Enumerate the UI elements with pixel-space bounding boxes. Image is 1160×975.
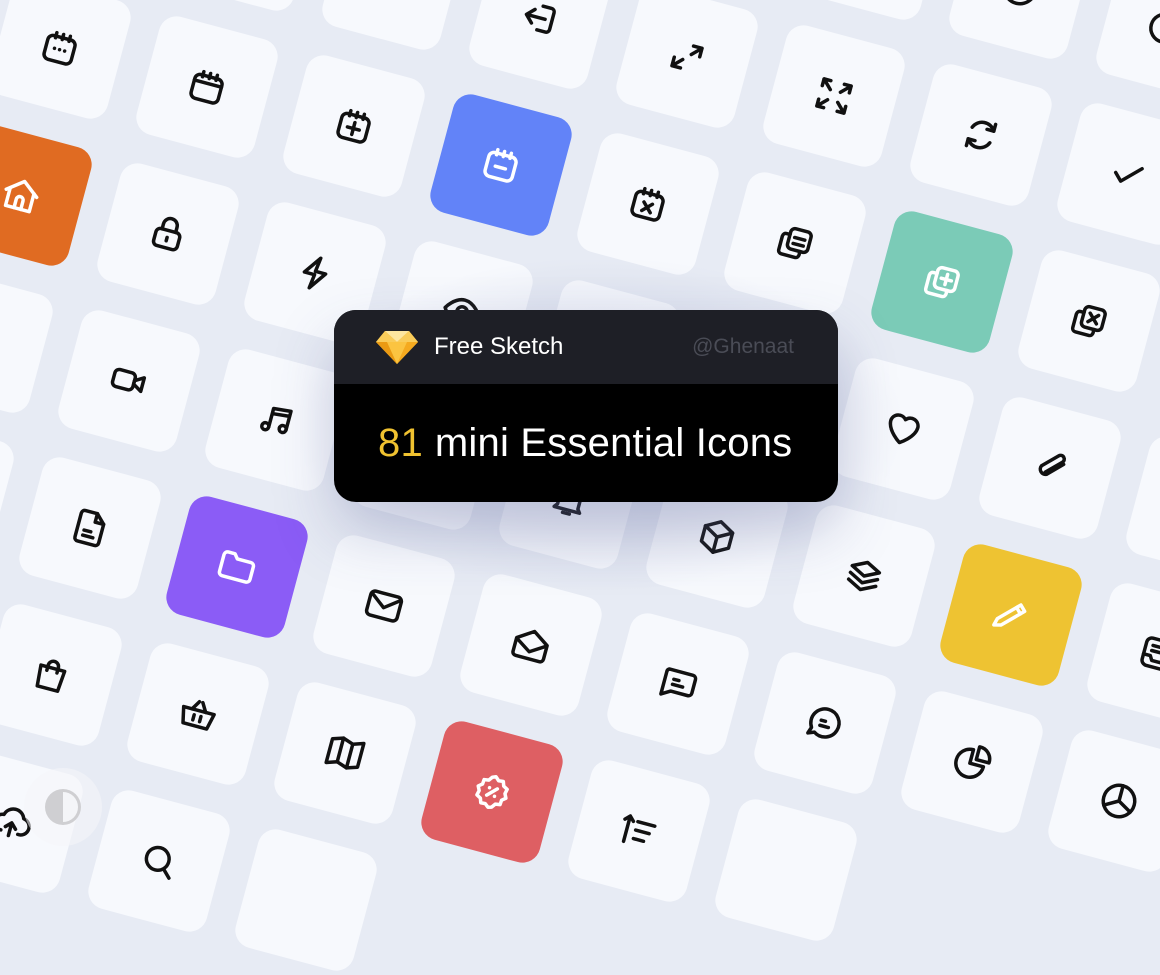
icon-tile-calendar-plus[interactable]	[279, 51, 429, 201]
basket-icon	[181, 699, 216, 731]
icon-tile-calendar-dots[interactable]	[0, 0, 135, 123]
lock-icon	[151, 216, 182, 252]
icon-tile-copy-plus[interactable]	[867, 207, 1017, 357]
icon-tile-pie[interactable]	[897, 687, 1047, 837]
icon-tile-bag[interactable]	[0, 600, 126, 750]
icon-tile-document[interactable]	[15, 453, 165, 603]
icon-tile-map[interactable]	[270, 678, 420, 828]
icon-tile-basket[interactable]	[123, 639, 273, 789]
calendar-x-icon	[630, 186, 665, 222]
icon-count: 81	[378, 420, 423, 465]
copy-lines-icon	[776, 226, 813, 260]
copy-plus-icon	[923, 265, 960, 299]
card-title: Free Sketch	[434, 333, 564, 360]
card-body: 81 mini Essential Icons	[334, 384, 838, 502]
card-headline: mini Essential Icons	[434, 420, 793, 465]
home-icon	[3, 179, 39, 214]
discount-icon	[475, 775, 509, 809]
icon-tile[interactable]	[171, 0, 321, 15]
icon-tile-folder[interactable]	[162, 492, 312, 642]
chat-rect-icon	[659, 667, 698, 698]
icon-tile-chart-wheel[interactable]	[1044, 726, 1160, 876]
circle-icon	[1002, 0, 1038, 6]
promo-card: Free Sketch @Ghenaat 81 mini Essential I…	[334, 310, 838, 502]
icon-tile-sort-list[interactable]	[564, 756, 714, 906]
icon-tile-search[interactable]	[84, 786, 234, 936]
icon-tile-pencil[interactable]	[936, 540, 1086, 690]
icon-tile-heart[interactable]	[828, 354, 978, 504]
icon-tile-copy-lines[interactable]	[720, 168, 870, 318]
document-icon	[73, 508, 106, 548]
music-icon	[260, 406, 293, 435]
icon-tile-video[interactable]	[54, 306, 204, 456]
layers-icon	[846, 560, 882, 592]
search-icon	[144, 845, 171, 880]
map-icon	[324, 736, 366, 770]
icon-tile-music[interactable]	[201, 345, 351, 495]
pencil-icon	[992, 603, 1027, 627]
icon-tile-calendar-minus[interactable]	[426, 90, 576, 240]
author-handle: @Ghenaat	[692, 335, 794, 358]
icon-tile-discount[interactable]	[417, 717, 567, 867]
icon-tile-fullscreen[interactable]	[759, 21, 909, 171]
card-header: Free Sketch @Ghenaat	[334, 310, 838, 384]
sort-list-icon	[621, 814, 657, 844]
sketch-diamond-icon	[376, 331, 418, 364]
logout-icon	[524, 4, 556, 34]
calendar-icon	[189, 69, 224, 105]
expand-icon	[670, 44, 704, 70]
copy-x-icon	[1070, 304, 1107, 338]
icon-tile-mail-open[interactable]	[456, 570, 606, 720]
icon-tile-pie[interactable]	[1092, 0, 1160, 102]
icon-tile-mail[interactable]	[309, 531, 459, 681]
icon-tile-copy-x[interactable]	[1014, 246, 1160, 396]
mail-open-icon	[511, 629, 549, 664]
icon-tile-calendar[interactable]	[132, 12, 282, 162]
theme-toggle-button[interactable]	[24, 768, 102, 846]
bag-icon	[35, 659, 67, 693]
mail-icon	[364, 589, 404, 623]
icon-tile[interactable]	[318, 0, 468, 54]
calendar-minus-icon	[483, 147, 518, 183]
calendar-plus-icon	[336, 108, 371, 144]
icon-tile-chat-round[interactable]	[750, 648, 900, 798]
icon-tile-calendar-x[interactable]	[573, 129, 723, 279]
fullscreen-icon	[815, 77, 853, 115]
image-icon	[0, 316, 8, 367]
calendar-dots-icon	[42, 30, 77, 66]
video-icon	[110, 367, 147, 394]
icon-tile-check[interactable]	[1053, 99, 1160, 249]
icon-tile-lock[interactable]	[93, 159, 243, 309]
chat-round-icon	[806, 707, 841, 739]
icon-tile-logout[interactable]	[465, 0, 615, 93]
cube-icon	[699, 520, 735, 554]
check-icon	[1113, 166, 1144, 183]
icon-tile-home[interactable]	[0, 120, 96, 270]
icon-tile-circle[interactable]	[945, 0, 1095, 63]
icon-tile-chat-rect[interactable]	[603, 609, 753, 759]
icon-tile-inbox[interactable]	[1083, 579, 1160, 729]
refresh-icon	[964, 120, 998, 150]
icon-tile[interactable]	[711, 795, 861, 945]
pie-icon	[954, 745, 992, 779]
bolt-icon	[302, 256, 328, 290]
icon-tile-layers[interactable]	[789, 501, 939, 651]
heart-icon	[888, 413, 920, 445]
icon-tile[interactable]	[798, 0, 948, 24]
icon-tile-expand[interactable]	[612, 0, 762, 132]
icon-tile-image[interactable]	[0, 267, 57, 417]
icon-tile-paperclip[interactable]	[975, 393, 1125, 543]
icon-tile[interactable]	[0, 414, 18, 564]
icon-tile-refresh[interactable]	[906, 60, 1056, 210]
icon-tile[interactable]	[1122, 432, 1160, 582]
chart-wheel-icon	[1101, 783, 1137, 819]
pie-icon	[1149, 12, 1160, 44]
paperclip-icon	[1038, 453, 1066, 477]
folder-icon	[217, 550, 256, 584]
inbox-icon	[1140, 636, 1160, 672]
contrast-toggle-icon	[45, 789, 81, 825]
